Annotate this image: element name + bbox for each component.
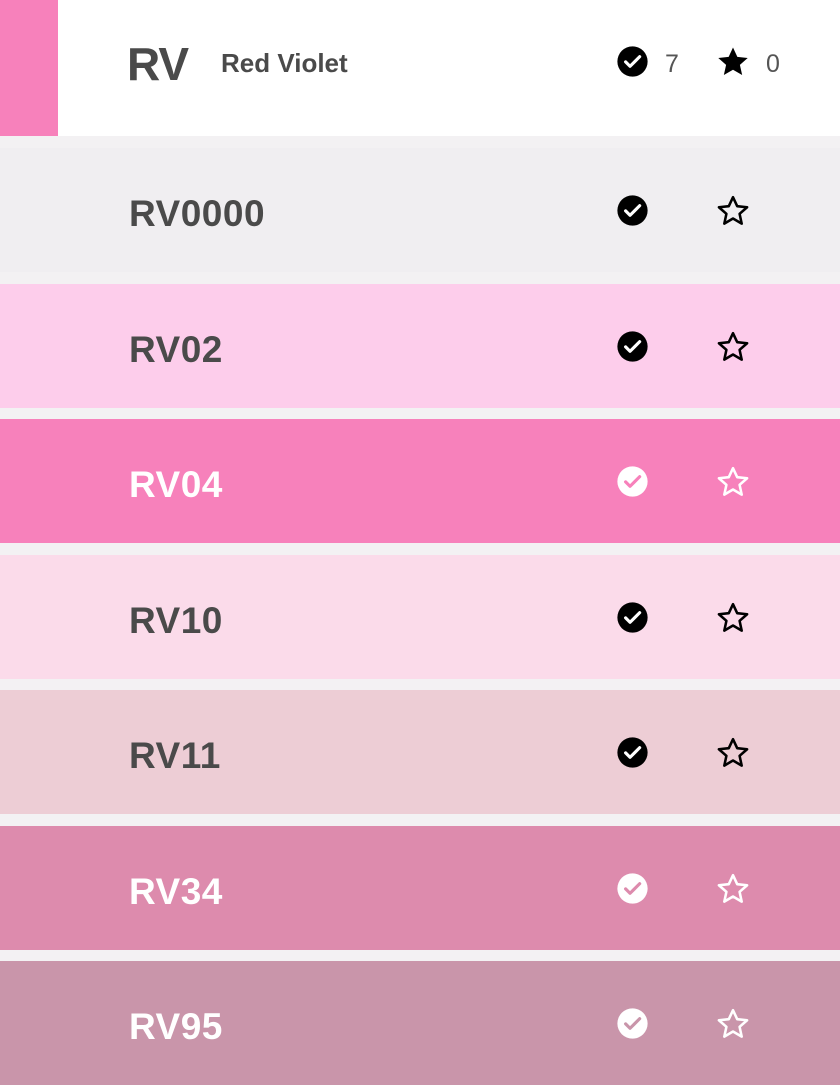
- favorite-star-icon[interactable]: [715, 464, 751, 500]
- color-code: RV04: [129, 464, 223, 505]
- favorite-star-icon[interactable]: [715, 600, 751, 636]
- color-row[interactable]: RV02: [0, 284, 840, 408]
- color-code: RV95: [129, 1006, 223, 1047]
- color-row[interactable]: RV0000: [0, 148, 840, 272]
- color-code: RV34: [129, 871, 223, 912]
- star-filled-icon: [715, 44, 751, 80]
- color-row[interactable]: RV95: [0, 961, 840, 1085]
- check-circle-icon: [616, 45, 649, 78]
- favorite-star-icon[interactable]: [715, 1006, 751, 1042]
- favorite-star-icon[interactable]: [715, 329, 751, 365]
- family-code: RV: [127, 38, 189, 90]
- favorite-count: 0: [766, 50, 780, 78]
- favorite-star-icon[interactable]: [715, 735, 751, 771]
- owned-check-icon[interactable]: [616, 736, 649, 769]
- color-row[interactable]: RV10: [0, 555, 840, 679]
- family-name: Red Violet: [221, 48, 348, 78]
- color-code: RV0000: [129, 193, 266, 234]
- color-row[interactable]: RV11: [0, 690, 840, 814]
- color-family-header: RV Red Violet 7 0: [0, 0, 840, 136]
- owned-check-icon[interactable]: [616, 1007, 649, 1040]
- family-color-swatch: [0, 0, 58, 136]
- favorite-star-icon[interactable]: [715, 193, 751, 229]
- owned-count: 7: [665, 50, 679, 78]
- color-code: RV02: [129, 329, 223, 370]
- owned-check-icon[interactable]: [616, 601, 649, 634]
- owned-check-icon[interactable]: [616, 330, 649, 363]
- color-code: RV10: [129, 600, 223, 641]
- owned-check-icon[interactable]: [616, 465, 649, 498]
- color-row[interactable]: RV34: [0, 826, 840, 950]
- owned-check-icon[interactable]: [616, 194, 649, 227]
- color-row[interactable]: RV04: [0, 419, 840, 543]
- owned-check-icon[interactable]: [616, 872, 649, 905]
- color-code: RV11: [129, 735, 221, 776]
- favorite-star-icon[interactable]: [715, 871, 751, 907]
